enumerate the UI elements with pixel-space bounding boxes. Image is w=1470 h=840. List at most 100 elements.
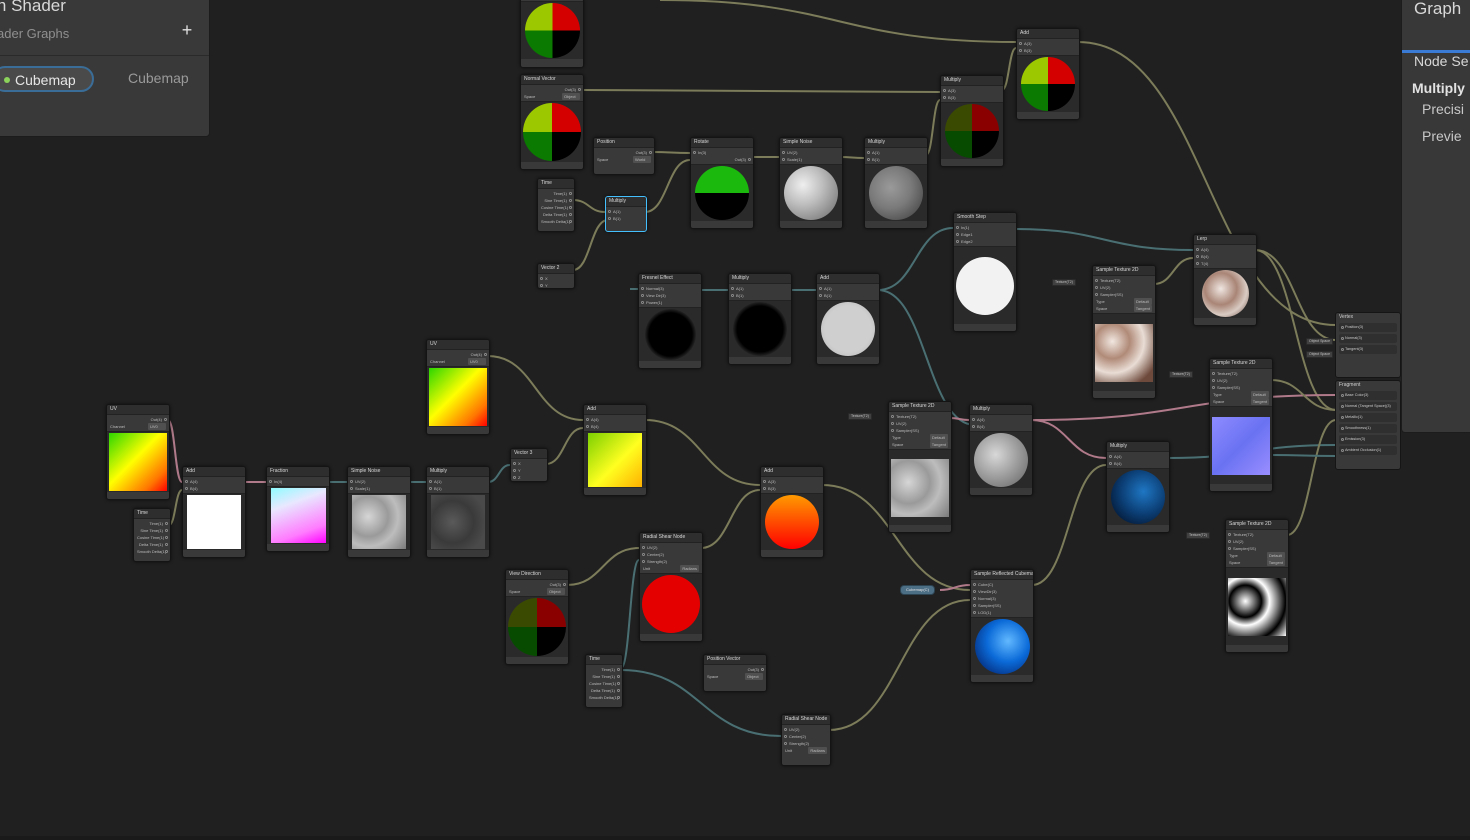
edge-wire[interactable] [487,464,511,483]
input-port[interactable]: T(4) [1194,260,1256,267]
dropdown-value[interactable]: Object [745,673,763,680]
dropdown-value[interactable]: Object [547,588,565,595]
output-port[interactable]: Delta Time(1) [538,211,574,218]
input-port[interactable]: UV(2) [1226,538,1288,545]
input-port[interactable]: Edge1 [954,231,1016,238]
output-port[interactable]: Smooth Delta(1) [538,218,574,225]
node-fraction[interactable]: Fraction In(4) [266,466,330,552]
node-simple-noise-2[interactable]: Simple Noise UV(2) Scale(1) [347,466,411,558]
node-dropdown[interactable]: Type Default [1226,552,1288,559]
edge-wire[interactable] [1270,454,1337,457]
output-port[interactable]: Sine Time(1) [134,527,170,534]
node-fresnel[interactable]: Fresnel Effect Normal(3) View Dir(3) Power(… [638,273,702,369]
output-port[interactable]: Smooth Delta(1) [586,694,622,701]
node-view-direction[interactable]: View Direction Out(3) Space Object [505,569,569,665]
edge-wire[interactable] [1014,228,1194,251]
edge-wire[interactable] [939,584,971,591]
input-port[interactable]: B(3) [1017,47,1079,54]
input-port[interactable]: UV(2) [348,478,410,485]
node-time-2[interactable]: Time Time(1) Sine Time(1) Cosine Time(1) Del… [133,508,171,562]
input-port[interactable]: B(4) [970,423,1032,430]
input-port[interactable]: ViewDir(3) [971,588,1033,595]
edge-wire[interactable] [1001,47,1017,91]
node-rotate[interactable]: Rotate In(3) Out(3) [690,137,754,229]
input-port[interactable]: B(1) [427,485,489,492]
node-vector3[interactable]: Vector 3XYZ [510,448,548,482]
input-port[interactable]: A(4) [1194,246,1256,253]
graph-canvas[interactable]: Normal Vector Out(3) Space Object Position Ou… [0,0,1470,840]
dropdown-value[interactable]: Radians [680,565,699,572]
node-time-1[interactable]: Time Time(1) Sine Time(1) Cosine Time(1) Del… [537,178,575,232]
edge-wire[interactable] [644,419,761,486]
input-port[interactable]: UV(2) [889,420,951,427]
input-port[interactable]: A(4) [183,478,245,485]
node-sample-tex-1[interactable]: Sample Texture 2D Texture(T2) UV(2) Sampler… [1092,265,1156,399]
inspector-preview-label[interactable]: Previe [1422,128,1462,144]
node-sample-tex-3[interactable]: Sample Texture 2D Texture(T2) UV(2) Sampler… [1209,358,1273,492]
edge-wire[interactable] [566,547,640,586]
output-port[interactable]: Time(1) [586,666,622,673]
fragment-block-base-color[interactable]: Base Color(3) [1339,391,1397,400]
vertex-position-input[interactable]: Object Space [1306,338,1334,345]
fragment-block-metallic[interactable]: Metallic(1) [1339,413,1397,422]
vertex-normal-input[interactable]: Object Space [1306,351,1334,358]
input-port[interactable]: A(3) [1017,40,1079,47]
node-position[interactable]: Position Out(3) Space World [593,137,655,175]
node-dropdown[interactable]: Type Default [1210,391,1272,398]
output-port[interactable]: Time(1) [134,520,170,527]
dropdown-value[interactable]: UV0 [148,423,166,430]
input-port[interactable]: UV(2) [782,726,830,733]
fragment-block-normal[interactable]: Normal (Tangent Space)(3) [1339,402,1397,411]
input-port[interactable]: B(3) [941,94,1003,101]
node-dropdown[interactable]: Type Default [1093,298,1155,305]
node-radial-shear-2[interactable]: Radial Shear Node UV(2) Center(2) Strength(… [781,714,831,766]
node-time-3[interactable]: Time Time(1) Sine Time(1) Cosine Time(1) Del… [585,654,623,708]
dropdown-value[interactable]: Default [1251,391,1269,398]
texture-input-3[interactable]: Texture(T2) [1169,371,1193,378]
dropdown-value[interactable]: Tangent [1250,398,1269,405]
output-port[interactable]: Delta Time(1) [134,541,170,548]
input-port[interactable]: A(3) [761,478,823,485]
node-vector2[interactable]: Vector 2XY [537,263,575,289]
node-uv-1[interactable]: UV Out(4) Channel UV0 [426,339,490,435]
texture-input-4[interactable]: Texture(T2) [1186,532,1210,539]
input-port[interactable]: B(4) [1107,460,1169,467]
edge-wire[interactable] [700,489,761,549]
node-position-2[interactable]: Position Vector Out(3) Space Object [703,654,767,692]
input-port[interactable]: Texture(T2) [1093,277,1155,284]
cubemap-property-field[interactable]: Cubemap [0,66,94,92]
node-simple-noise-1[interactable]: Simple Noise UV(2) Scale(1) [779,137,843,229]
input-port[interactable]: Sampler(SS) [971,602,1033,609]
node-dropdown[interactable]: Space Object [704,673,766,680]
edge-wire[interactable] [877,227,954,291]
node-dropdown[interactable]: Space Tangent [1093,305,1155,312]
fragment-block-emission[interactable]: Emission(3) [1339,435,1397,444]
node-radial-shear-1[interactable]: Radial Shear Node UV(2) Center(2) Strength(… [639,532,703,642]
input-port[interactable]: Texture(T2) [1226,531,1288,538]
input-port[interactable]: View Dir(3) [639,292,701,299]
node-normal-vector[interactable]: Normal Vector Out(3) Space Object [520,74,584,170]
node-multiply-2[interactable]: Multiply A(1) B(1) [864,137,928,229]
input-port[interactable]: Scale(1) [348,485,410,492]
input-port[interactable]: Texture(T2) [889,413,951,420]
input-port[interactable]: B(4) [183,485,245,492]
input-port[interactable]: B(4) [1194,253,1256,260]
node-top-normal[interactable] [520,0,584,68]
node-dropdown[interactable]: Space World [594,156,654,163]
node-add-5[interactable]: Add A(3) B(3) [760,466,824,558]
output-port[interactable]: Time(1) [538,190,574,197]
dropdown-value[interactable]: Radians [808,747,827,754]
edge-wire[interactable] [620,559,640,669]
input-port[interactable]: Scale(1) [780,156,842,163]
input-port[interactable]: A(4) [584,416,646,423]
node-add-3[interactable]: Add A(4) B(4) [182,466,246,558]
input-port[interactable]: Sampler(SS) [889,427,951,434]
node-smoothstep[interactable]: Smooth Step In(1) Edge1 Edge2 [953,212,1017,332]
node-uv-2[interactable]: UV Out(4) Channel UV0 [106,404,170,500]
add-property-button[interactable]: + [178,20,196,41]
dropdown-value[interactable]: World [633,156,651,163]
edge-wire[interactable] [925,99,941,156]
dropdown-value[interactable]: Default [1267,552,1285,559]
input-port[interactable]: Sampler(SS) [1093,291,1155,298]
dropdown-value[interactable]: UV0 [468,358,486,365]
